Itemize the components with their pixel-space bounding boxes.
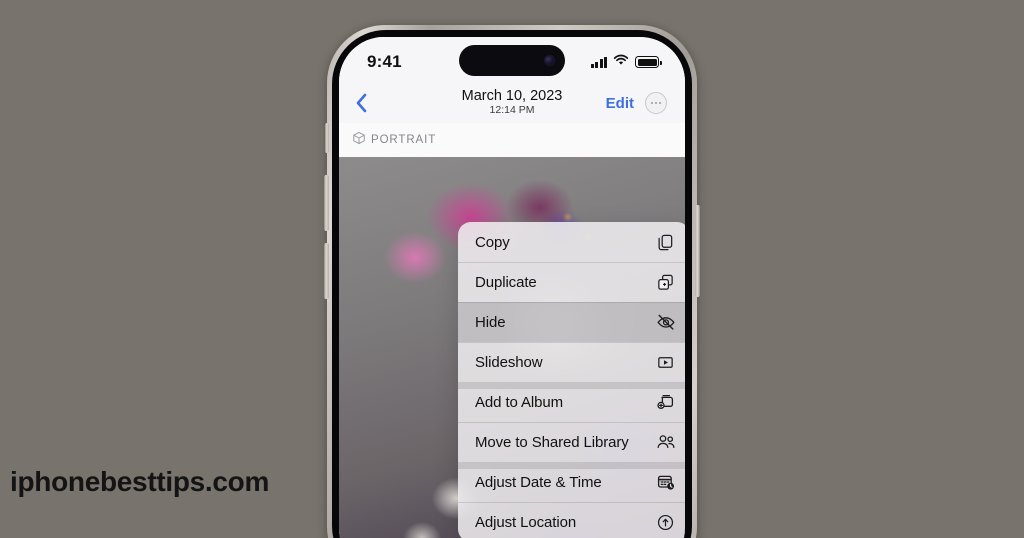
edit-button[interactable]: Edit [606,95,634,112]
menu-item-adjust-location[interactable]: Adjust Location [458,502,685,538]
shared-library-icon [655,432,676,453]
slideshow-play-icon [655,352,676,373]
device-screen: 9:41 March 10, 2023 12:14 PM Edit PORTRA… [339,37,685,538]
menu-item-hide[interactable]: Hide [458,302,685,342]
cellular-signal-icon [590,56,607,68]
wifi-icon [613,53,629,71]
status-bar: 9:41 [339,37,685,83]
menu-item-label: Slideshow [475,353,543,371]
photo-viewer: PORTRAIT Copy Duplicate Hide Slideshow A… [339,123,685,538]
calendar-clock-icon [655,472,676,493]
silence-switch-button[interactable] [325,123,329,153]
volume-down-button[interactable] [324,243,329,299]
menu-item-label: Add to Album [475,393,564,411]
status-clock: 9:41 [367,52,402,71]
ellipsis-circle-icon[interactable] [645,92,667,114]
dynamic-island [459,45,565,76]
photo-context-menu: Copy Duplicate Hide Slideshow Add to Alb… [458,222,685,538]
menu-item-label: Adjust Location [475,513,577,531]
menu-item-move-to-shared-library[interactable]: Move to Shared Library [458,422,685,462]
chevron-left-icon[interactable] [355,93,377,113]
duplicate-icon [655,272,676,293]
menu-item-label: Adjust Date & Time [475,473,602,491]
menu-item-copy[interactable]: Copy [458,222,685,262]
cube-icon [352,131,366,150]
eye-slash-icon [655,312,676,333]
menu-item-add-to-album[interactable]: Add to Album [458,382,685,422]
menu-item-label: Copy [475,233,510,251]
copy-icon [655,232,676,253]
menu-item-slideshow[interactable]: Slideshow [458,342,685,382]
navigation-bar: March 10, 2023 12:14 PM Edit [339,83,685,123]
add-to-album-icon [655,392,676,413]
status-indicators [590,53,662,71]
menu-item-label: Duplicate [475,273,537,291]
volume-up-button[interactable] [324,175,329,231]
portrait-badge-label: PORTRAIT [371,134,437,146]
navbar-actions: Edit [606,92,667,114]
location-info-icon [655,512,676,533]
portrait-badge[interactable]: PORTRAIT [339,123,685,157]
power-button[interactable] [695,205,700,297]
site-watermark: iphonebesttips.com [10,466,270,497]
menu-item-duplicate[interactable]: Duplicate [458,262,685,302]
menu-item-adjust-date-time[interactable]: Adjust Date & Time [458,462,685,502]
iphone-device: 9:41 March 10, 2023 12:14 PM Edit PORTRA… [324,25,700,538]
menu-item-label: Move to Shared Library [475,433,629,451]
battery-full-icon [635,56,662,68]
front-camera-lens-icon [545,56,554,65]
menu-item-label: Hide [475,313,506,331]
